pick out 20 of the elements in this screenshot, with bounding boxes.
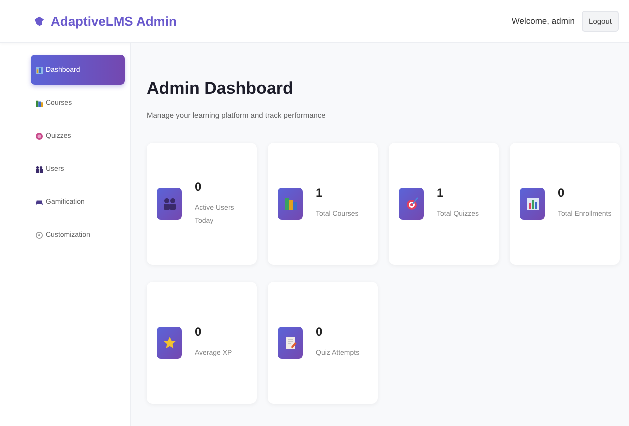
target-icon [36, 132, 43, 140]
stat-icon [520, 188, 545, 220]
welcome-text: Welcome, admin [512, 16, 576, 26]
stat-value: 1 [316, 186, 324, 200]
chart-icon [36, 66, 43, 74]
books-icon [36, 100, 43, 106]
stat-icon [399, 188, 424, 220]
stat-icon [278, 327, 303, 359]
palette-icon [36, 232, 43, 238]
stat-value: 1 [437, 186, 445, 200]
stat-icon [157, 188, 182, 220]
stat-value: 0 [316, 325, 324, 340]
stat-icon [278, 188, 303, 220]
stat-value: 0 [558, 186, 566, 200]
users-icon [36, 166, 43, 172]
stat-icon [157, 327, 182, 359]
app-title: AdaptiveLMS Admin [51, 14, 177, 28]
page-title: Admin Dashboard [147, 79, 294, 99]
stat-value: 0 [195, 180, 203, 194]
stat-value: 0 [195, 325, 203, 340]
